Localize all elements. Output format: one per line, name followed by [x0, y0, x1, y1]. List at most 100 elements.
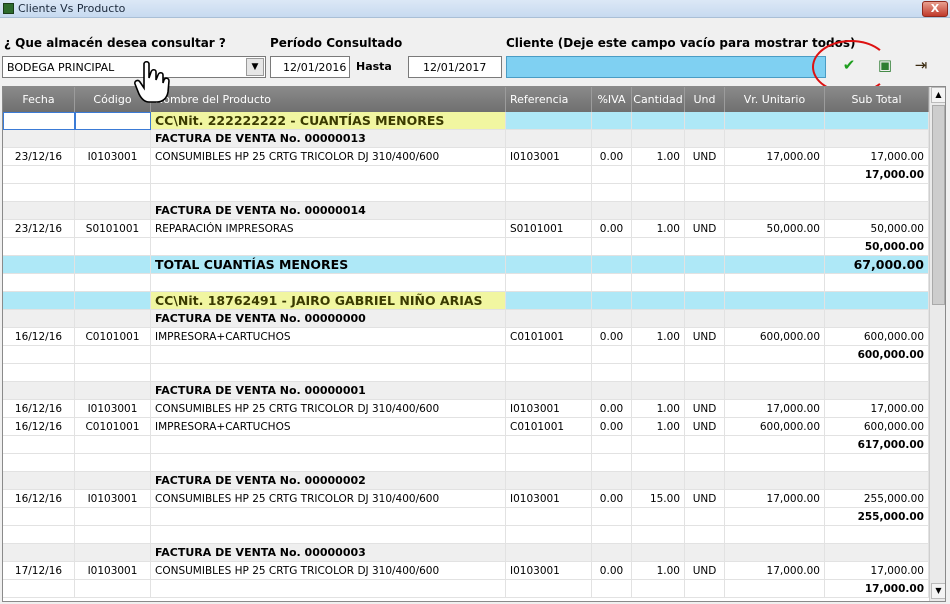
cell-und: UND: [685, 328, 725, 346]
invoice-header-row[interactable]: FACTURA DE VENTA No. 00000002: [3, 472, 929, 490]
cell-und: [685, 292, 725, 310]
cell-und: UND: [685, 148, 725, 166]
desde-value: 12/01/2016: [283, 61, 347, 74]
invoice-header-row[interactable]: FACTURA DE VENTA No. 00000000: [3, 310, 929, 328]
cell-unitario: [725, 544, 825, 562]
table-row[interactable]: 16/12/16 C0101001 IMPRESORA+CARTUCHOS C0101…: [3, 328, 929, 346]
cell-fecha: [3, 472, 75, 490]
column-header-subtotal[interactable]: Sub Total: [825, 87, 929, 112]
cell-fecha: [3, 112, 75, 130]
cell-cantidad: [632, 544, 685, 562]
table-row[interactable]: 23/12/16 I0103001 CONSUMIBLES HP 25 CRTG T…: [3, 148, 929, 166]
exit-icon[interactable]: ⇥: [910, 54, 932, 76]
cell-nombre: IMPRESORA+CARTUCHOS: [151, 328, 506, 346]
subtotal-row[interactable]: 17,000.00: [3, 166, 929, 184]
cell-subtotal: 17,000.00: [825, 400, 929, 418]
cell-iva: [592, 544, 632, 562]
cell-codigo: [75, 256, 151, 274]
invoice-header-row[interactable]: FACTURA DE VENTA No. 00000003: [3, 544, 929, 562]
cell-iva: [592, 472, 632, 490]
cell-referencia: I0103001: [506, 400, 592, 418]
cell-cantidad: 1.00: [632, 148, 685, 166]
invoice-header-row[interactable]: FACTURA DE VENTA No. 00000013: [3, 130, 929, 148]
blank-row[interactable]: [3, 454, 929, 472]
cell-unitario: [725, 112, 825, 130]
subtotal-row[interactable]: 17,000.00: [3, 580, 929, 598]
client-header-row[interactable]: CC\Nit. 222222222 - CUANTÍAS MENORES: [3, 112, 929, 130]
cell-codigo: S0101001: [75, 220, 151, 238]
window-title: Cliente Vs Producto: [18, 2, 126, 15]
scroll-thumb[interactable]: [932, 105, 945, 305]
cliente-input[interactable]: [506, 56, 826, 78]
invoice-header-row[interactable]: FACTURA DE VENTA No. 00000001: [3, 382, 929, 400]
cell-unitario: [725, 166, 825, 184]
subtotal-row[interactable]: 50,000.00: [3, 238, 929, 256]
cell-referencia: I0103001: [506, 490, 592, 508]
cell-unitario: 17,000.00: [725, 562, 825, 580]
chevron-down-icon[interactable]: ▼: [246, 58, 264, 76]
blank-row[interactable]: [3, 184, 929, 202]
column-header-fecha[interactable]: Fecha: [3, 87, 75, 112]
column-header-unitario[interactable]: Vr. Unitario: [725, 87, 825, 112]
column-header-iva[interactable]: %IVA: [592, 87, 632, 112]
scroll-down-icon[interactable]: ▼: [931, 583, 945, 599]
cell-iva: [592, 184, 632, 202]
blank-row[interactable]: [3, 526, 929, 544]
cell-fecha: [3, 310, 75, 328]
cell-und: [685, 346, 725, 364]
cell-nombre: [151, 508, 506, 526]
cell-unitario: [725, 508, 825, 526]
cell-fecha: 23/12/16: [3, 220, 75, 238]
hasta-label: Hasta: [356, 60, 392, 73]
vertical-scrollbar[interactable]: ▲ ▼: [929, 87, 945, 601]
cell-subtotal: 600,000.00: [825, 346, 929, 364]
cell-subtotal: 50,000.00: [825, 238, 929, 256]
cell-referencia: [506, 310, 592, 328]
check-icon[interactable]: ✔: [838, 54, 860, 76]
table-row[interactable]: 16/12/16 C0101001 IMPRESORA+CARTUCHOS C0101…: [3, 418, 929, 436]
table-row[interactable]: 16/12/16 I0103001 CONSUMIBLES HP 25 CRTG T…: [3, 490, 929, 508]
cell-nombre: CONSUMIBLES HP 25 CRTG TRICOLOR DJ 310/4…: [151, 562, 506, 580]
cell-referencia: C0101001: [506, 328, 592, 346]
cell-codigo: [75, 508, 151, 526]
subtotal-row[interactable]: 255,000.00: [3, 508, 929, 526]
close-button[interactable]: X: [922, 1, 948, 17]
blank-row[interactable]: [3, 274, 929, 292]
cell-cantidad: 15.00: [632, 490, 685, 508]
total-row[interactable]: TOTAL CUANTÍAS MENORES 67,000.00: [3, 256, 929, 274]
table-row[interactable]: 23/12/16 S0101001 REPARACIÓN IMPRESORAS S01…: [3, 220, 929, 238]
hasta-field[interactable]: 12/01/2017: [408, 56, 502, 78]
cell-subtotal: 617,000.00: [825, 436, 929, 454]
cell-subtotal: 17,000.00: [825, 166, 929, 184]
subtotal-row[interactable]: 600,000.00: [3, 346, 929, 364]
cell-und: [685, 112, 725, 130]
cell-referencia: [506, 544, 592, 562]
periodo-label: Período Consultado: [270, 36, 403, 50]
column-header-und[interactable]: Und: [685, 87, 725, 112]
cell-unitario: [725, 256, 825, 274]
cell-und: UND: [685, 418, 725, 436]
scroll-up-icon[interactable]: ▲: [931, 87, 945, 103]
cell-und: [685, 364, 725, 382]
invoice-header-row[interactable]: FACTURA DE VENTA No. 00000014: [3, 202, 929, 220]
cell-codigo: [75, 364, 151, 382]
cell-cantidad: [632, 292, 685, 310]
cell-und: [685, 526, 725, 544]
column-header-cantidad[interactable]: Cantidad: [632, 87, 685, 112]
export-icon[interactable]: ▣: [874, 54, 896, 76]
cell-fecha: 17/12/16: [3, 562, 75, 580]
results-grid[interactable]: Fecha Código Nombre del Producto Referencia…: [2, 86, 946, 602]
column-header-referencia[interactable]: Referencia: [506, 87, 592, 112]
cell-und: [685, 508, 725, 526]
table-row[interactable]: 17/12/16 I0103001 CONSUMIBLES HP 25 CRTG T…: [3, 562, 929, 580]
column-header-nombre[interactable]: Nombre del Producto: [151, 87, 506, 112]
cell-cantidad: [632, 346, 685, 364]
cell-cantidad: [632, 472, 685, 490]
blank-row[interactable]: [3, 364, 929, 382]
subtotal-row[interactable]: 617,000.00: [3, 436, 929, 454]
app-icon: [3, 3, 14, 14]
table-row[interactable]: 16/12/16 I0103001 CONSUMIBLES HP 25 CRTG T…: [3, 400, 929, 418]
client-header-row[interactable]: CC\Nit. 18762491 - JAIRO GABRIEL NIÑO AR…: [3, 292, 929, 310]
cell-fecha: [3, 274, 75, 292]
desde-field[interactable]: 12/01/2016: [270, 56, 350, 78]
